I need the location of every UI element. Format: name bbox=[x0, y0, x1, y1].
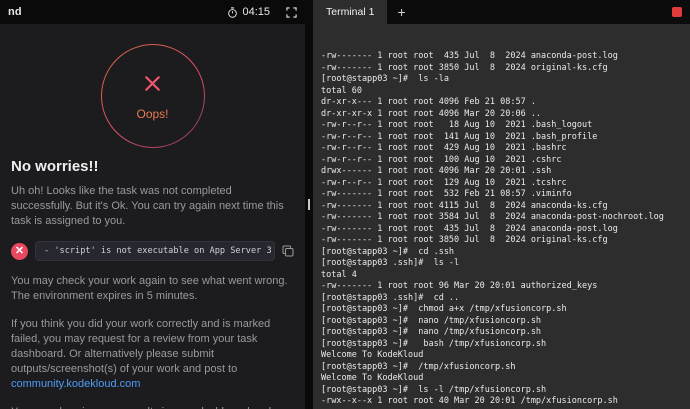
terminal-line: [root@stapp03 ~]# ls -la bbox=[321, 74, 686, 86]
window-title-fragment: nd bbox=[8, 6, 22, 18]
terminal-line: -rw-r--r-- 1 root root 129 Aug 10 2021 .… bbox=[321, 178, 686, 190]
terminal-output-lines: -rw------- 1 root root 435 Jul 8 2024 an… bbox=[321, 51, 686, 408]
terminal-line: dr-xr-x--- 1 root root 4096 Feb 21 08:57… bbox=[321, 97, 686, 109]
review-request-message: If you think you did your work correctly… bbox=[11, 317, 294, 392]
result-heading: No worries!! bbox=[11, 158, 294, 175]
terminal-line: -rw-r--r-- 1 root root 141 Aug 10 2021 .… bbox=[321, 132, 686, 144]
terminal-line: -rw------- 1 root root 3584 Jul 8 2024 a… bbox=[321, 212, 686, 224]
copy-icon[interactable] bbox=[282, 245, 294, 257]
terminal-line: [root@stapp03 ~]# bash /tmp/xfusioncorp.… bbox=[321, 339, 686, 351]
terminal-line: total 60 bbox=[321, 86, 686, 98]
review-request-text: If you think you did your work correctly… bbox=[11, 318, 270, 375]
failed-x-icon bbox=[141, 72, 164, 100]
terminal-line: -rw------- 1 root root 3850 Jul 8 2024 o… bbox=[321, 235, 686, 247]
terminal-tabbar: Terminal 1 + bbox=[313, 0, 690, 24]
terminal-panel: Terminal 1 + -rw------- 1 root root 435 … bbox=[313, 0, 690, 409]
oops-circle: Oops! bbox=[101, 44, 205, 148]
check-work-message: You may check your work again to see wha… bbox=[11, 274, 294, 304]
terminal-line: dr-xr-xr-x 1 root root 4096 Mar 20 20:06… bbox=[321, 109, 686, 121]
terminal-output[interactable]: -rw------- 1 root root 435 Jul 8 2024 an… bbox=[313, 24, 690, 409]
app-window: nd 04:15 Oops! No worrie bbox=[0, 0, 690, 409]
terminal-line: [root@stapp03 ~]# /tmp/xfusioncorp.sh bbox=[321, 362, 686, 374]
terminal-line: Welcome To KodeKloud bbox=[321, 373, 686, 385]
terminal-line: -rw-r--r-- 1 root root 429 Aug 10 2021 .… bbox=[321, 143, 686, 155]
terminal-line: -rw------- 1 root root 4115 Jul 8 2024 a… bbox=[321, 201, 686, 213]
resize-grip-bar bbox=[308, 199, 310, 210]
terminal-line: [root@stapp03 ~]# nano /tmp/xfusioncorp.… bbox=[321, 327, 686, 339]
terminal-line: -rw------- 1 root root 96 Mar 20 20:01 a… bbox=[321, 281, 686, 293]
error-status-icon: ✕ bbox=[11, 243, 28, 260]
terminal-tab[interactable]: Terminal 1 bbox=[313, 0, 387, 24]
stop-button[interactable] bbox=[672, 7, 682, 17]
community-link[interactable]: community.kodekloud.com bbox=[11, 378, 140, 390]
new-terminal-tab-button[interactable]: + bbox=[387, 5, 415, 19]
error-message-badge: - 'script' is not executable on App Serv… bbox=[35, 241, 275, 261]
error-row: ✕ - 'script' is not executable on App Se… bbox=[11, 241, 294, 261]
timer-value: 04:15 bbox=[242, 6, 270, 18]
dashboard-note: You can also view your results in your d… bbox=[11, 405, 294, 409]
terminal-line: [root@stapp03 ~]# cd .ssh bbox=[321, 247, 686, 259]
results-panel: nd 04:15 Oops! No worrie bbox=[0, 0, 305, 409]
terminal-line: -rw------- 1 root root 532 Feb 21 08:57 … bbox=[321, 189, 686, 201]
session-timer: 04:15 bbox=[227, 6, 270, 18]
terminal-line: -rw------- 1 root root 435 Jul 8 2024 an… bbox=[321, 224, 686, 236]
terminal-line: -rw-r--r-- 1 root root 18 Aug 10 2021 .b… bbox=[321, 120, 686, 132]
terminal-line: [root@stapp03 ~]# ls -l /tmp/xfusioncorp… bbox=[321, 385, 686, 397]
terminal-line: [root@stapp03 ~]# nano /tmp/xfusioncorp.… bbox=[321, 316, 686, 328]
results-content: Oops! No worries!! Uh oh! Looks like the… bbox=[0, 24, 305, 409]
terminal-line: -rw-r--r-- 1 root root 100 Aug 10 2021 .… bbox=[321, 155, 686, 167]
terminal-line: total 4 bbox=[321, 270, 686, 282]
stopwatch-icon bbox=[227, 7, 238, 18]
terminal-line: -rw------- 1 root root 3850 Jul 8 2024 o… bbox=[321, 63, 686, 75]
terminal-line: -rwx--x--x 1 root root 40 Mar 20 20:01 /… bbox=[321, 396, 686, 408]
terminal-tab-label: Terminal 1 bbox=[326, 6, 374, 18]
left-top-bar: nd 04:15 bbox=[0, 0, 305, 24]
terminal-line: -rw------- 1 root root 435 Jul 8 2024 an… bbox=[321, 51, 686, 63]
terminal-line: [root@stapp03 .ssh]# ls -l bbox=[321, 258, 686, 270]
task-failed-message: Uh oh! Looks like the task was not compl… bbox=[11, 184, 294, 229]
terminal-line: [root@stapp03 .ssh]# cd .. bbox=[321, 293, 686, 305]
fullscreen-icon[interactable] bbox=[286, 7, 297, 18]
terminal-line: [root@stapp03 ~]# chmod a+x /tmp/xfusion… bbox=[321, 304, 686, 316]
terminal-line: Welcome To KodeKloud bbox=[321, 350, 686, 362]
panel-resize-handle[interactable] bbox=[305, 0, 313, 409]
terminal-line: drwx------ 1 root root 4096 Mar 20 20:01… bbox=[321, 166, 686, 178]
oops-circle-inner: Oops! bbox=[102, 45, 204, 147]
oops-label: Oops! bbox=[136, 107, 168, 121]
